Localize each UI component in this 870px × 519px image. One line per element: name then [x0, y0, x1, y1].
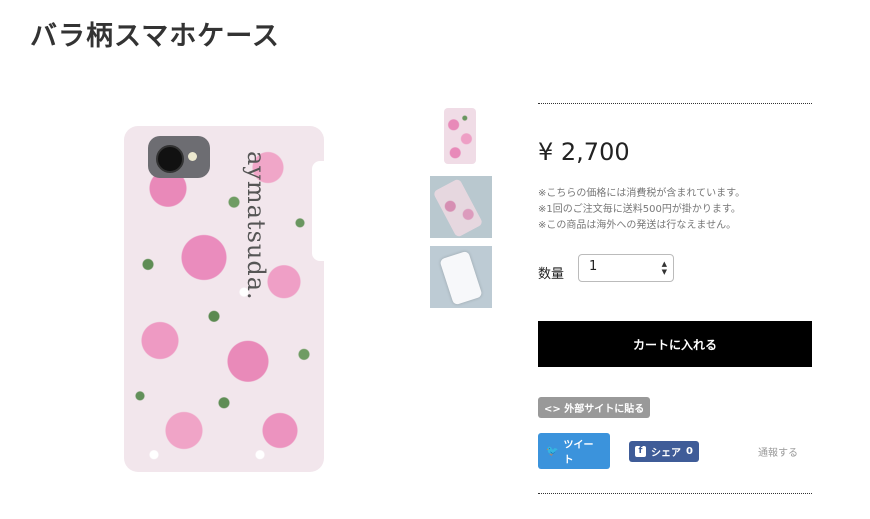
note-shipping: ※1回のご注文毎に送料500円が掛かります。 [538, 204, 741, 215]
top-divider [538, 103, 812, 104]
camera-lens-icon [156, 145, 184, 173]
flash-icon [188, 152, 197, 161]
note-overseas: ※この商品は海外への発送は行なえません。 [538, 220, 737, 231]
quantity-row: 数量 1 ▲ ▼ [538, 254, 812, 282]
add-to-cart-button[interactable]: カートに入れる [538, 321, 812, 367]
quantity-value: 1 [589, 259, 598, 274]
camera-cutout [148, 136, 210, 178]
embed-button[interactable]: <> 外部サイトに貼る [538, 397, 651, 418]
product-info-panel: ¥ 2,700 ※こちらの価格には消費税が含まれています。 ※1回のご注文毎に送… [538, 103, 812, 494]
share-count: 0 [686, 445, 693, 457]
thumbnail-3[interactable] [430, 246, 492, 308]
thumbnail-2[interactable] [430, 176, 492, 238]
facebook-f-icon: f [635, 445, 646, 457]
tweet-button[interactable]: 🐦 ツイート [538, 433, 610, 469]
thumbnail-case-image [444, 108, 476, 164]
thumbnail-list [430, 106, 492, 316]
note-tax: ※こちらの価格には消費税が含まれています。 [538, 188, 746, 199]
main-product-image[interactable]: aymatsuda. [118, 122, 330, 474]
quantity-label: 数量 [538, 266, 565, 282]
social-buttons: 🐦 ツイート f シェア 0 通報する [538, 433, 812, 469]
code-icon: <> [544, 404, 561, 415]
brand-logo-text: aymatsuda. [242, 151, 270, 301]
phone-case-image: aymatsuda. [124, 126, 324, 472]
page-title: バラ柄スマホケース [30, 21, 280, 52]
case-side-cutout [312, 161, 324, 261]
thumbnail-1[interactable] [430, 106, 492, 168]
tweet-label: ツイート [563, 440, 594, 466]
share-label: シェア [651, 447, 681, 459]
price-notes: ※こちらの価格には消費税が含まれています。 ※1回のご注文毎に送料500円が掛か… [538, 186, 812, 234]
thumbnail-case-image [432, 178, 484, 238]
price: ¥ 2,700 [538, 138, 630, 166]
thumbnail-case-image [439, 250, 483, 306]
embed-label: 外部サイトに貼る [564, 404, 645, 415]
twitter-bird-icon: 🐦 [546, 445, 559, 457]
quantity-select[interactable]: 1 ▲ ▼ [578, 254, 675, 282]
bottom-divider [538, 493, 812, 494]
updown-chevron-icon: ▲ ▼ [661, 260, 668, 276]
report-link[interactable]: 通報する [758, 444, 798, 459]
facebook-share-button[interactable]: f シェア 0 [629, 440, 699, 462]
